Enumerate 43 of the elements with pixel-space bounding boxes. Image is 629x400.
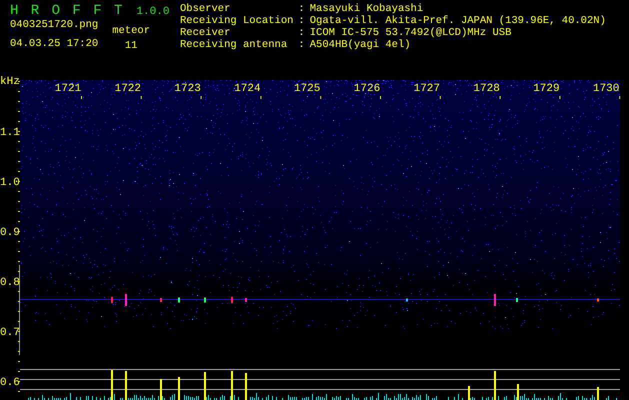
info-label: Receiver [180,27,232,39]
info-value: Masayuki Kobayashi [310,3,424,15]
date-time: 04.03.25 17:20 [10,38,98,50]
time-label: 1727 [414,83,440,95]
info-value: Ogata-vill. Akita-Pref. JAPAN (139.96E, 40.02N) [310,15,606,27]
time-label: 1726 [354,83,380,95]
time-label: 1721 [54,83,82,95]
unit-label: kHz [0,76,20,88]
time-tick [380,96,381,99]
app-title: H R O F F T [10,3,124,19]
frequency-label: 0.9 [0,227,20,239]
time-label: 1724 [234,83,261,95]
app-version: 1.0.0 [136,5,170,19]
time-tick [320,96,322,99]
meteor-label: meteor [112,25,150,37]
time-label: 1723 [174,83,201,95]
info-label: Receiving Location [180,15,294,27]
info-label: Observer [180,3,232,15]
time-tick [500,96,501,99]
info-separator: : [298,15,305,27]
time-label: 1729 [533,83,560,95]
file-name: 0403251720.png [10,19,98,31]
time-label: 1728 [473,83,500,95]
info-separator: : [298,27,305,39]
time-tick [140,96,142,99]
info-value: ICOM IC-575 53.7492(@LCD)MHz USB [310,27,512,39]
time-label: 1730 [593,83,620,95]
info-label: Receiving antenna [180,39,288,51]
frequency-label: 0.7 [0,327,20,339]
time-tick [559,96,560,99]
time-tick [81,96,82,99]
time-tick [200,96,202,99]
info-separator: : [298,3,305,15]
frequency-label: 1.1 [0,127,20,139]
frequency-label: 0.6 [0,377,20,389]
time-tick [260,96,262,99]
time-label: 1722 [114,83,141,95]
meteor-count: 11 [124,40,138,52]
time-label: 1725 [294,83,320,95]
info-separator: : [298,39,305,51]
time-tick [440,96,441,99]
frequency-label: 1.0 [0,177,20,189]
info-value: A504HB(yagi 4el) [310,39,412,51]
